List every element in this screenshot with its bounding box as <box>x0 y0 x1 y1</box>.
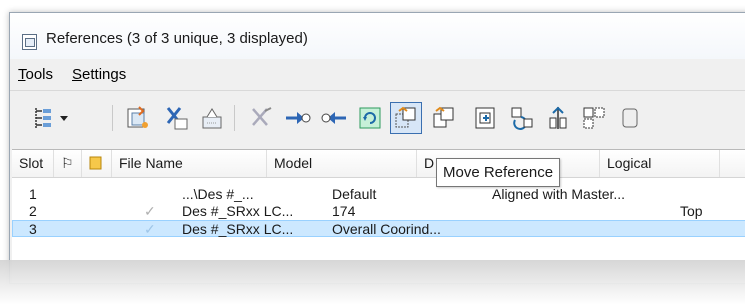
scale-reference-button[interactable] <box>470 102 502 134</box>
menu-tools-accelerator: T <box>18 66 26 83</box>
display-check[interactable]: ✓ <box>144 203 156 219</box>
menu-tools-label: ools <box>25 66 54 83</box>
bottom-fade <box>0 260 745 305</box>
attach-reference-icon <box>127 106 148 128</box>
reload-reference-button[interactable] <box>196 102 228 134</box>
menu-bar: Tools Settings <box>10 59 745 91</box>
header-slot[interactable]: Slot <box>12 150 54 177</box>
tree-view-icon <box>35 108 68 129</box>
move-reference-tooltip: Move Reference <box>436 158 561 187</box>
copy-reference-button[interactable] <box>428 102 460 134</box>
exchange-reference-icon <box>252 107 272 126</box>
slot-cell: 1 <box>29 186 37 202</box>
exchange-reference-button[interactable] <box>246 102 278 134</box>
title-bar[interactable]: References (3 of 3 unique, 3 displayed) <box>10 13 745 59</box>
hilite-reference-icon <box>286 112 311 124</box>
toolbar <box>10 91 745 147</box>
clip-mask-icon <box>622 108 638 128</box>
header-model[interactable]: Model <box>267 150 417 177</box>
scale-reference-icon <box>475 107 495 129</box>
clip-mask-button[interactable] <box>614 102 646 134</box>
model-cell: 174 <box>332 203 356 219</box>
menu-settings-label: ettings <box>82 66 127 83</box>
slot-cell: 2 <box>29 203 37 219</box>
file-name-cell: Des #_SRxx LC... <box>182 221 294 237</box>
header-logical[interactable]: Logical <box>600 150 720 177</box>
references-dialog: References (3 of 3 unique, 3 displayed) … <box>9 12 745 284</box>
file-name-cell: Des #_SRxx LC... <box>182 203 294 219</box>
file-name-cell: ...\Des #_... <box>182 186 254 202</box>
rotate-reference-button[interactable] <box>318 102 350 134</box>
toolbar-separator <box>112 105 113 131</box>
model-cell: Overall Coorind... <box>332 221 441 237</box>
attach-reference-button[interactable] <box>122 102 154 134</box>
header-file-name[interactable]: File Name <box>112 150 267 177</box>
header-flag-icon[interactable]: ⚐ <box>54 150 82 177</box>
detach-reference-button[interactable] <box>160 102 192 134</box>
description-cell: Aligned with Master... <box>492 186 626 202</box>
header-display-icon[interactable] <box>82 150 112 177</box>
refresh-reference-button[interactable] <box>354 102 386 134</box>
move-reference-icon <box>395 106 416 128</box>
document-icon <box>89 156 102 170</box>
references-window-icon <box>22 34 37 50</box>
table-row[interactable]: 1 ...\Des #_... Default Aligned with Mas… <box>12 186 745 203</box>
logical-cell: Top <box>680 203 703 219</box>
clip-boundary-button[interactable] <box>578 102 610 134</box>
refresh-reference-icon <box>359 107 381 129</box>
hilite-reference-button[interactable] <box>282 102 314 134</box>
menu-settings[interactable]: Settings <box>72 66 126 83</box>
clip-boundary-icon <box>583 107 605 129</box>
table-row[interactable]: 2 ✓ Des #_SRxx LC... 174 Top <box>12 203 745 220</box>
rotate-view-button[interactable] <box>506 102 538 134</box>
copy-reference-icon <box>433 106 454 128</box>
tree-view-button[interactable] <box>30 102 76 134</box>
rotate-view-icon <box>511 107 533 130</box>
slot-cell: 3 <box>29 221 37 237</box>
menu-tools[interactable]: Tools <box>18 66 53 83</box>
toolbar-separator <box>234 105 235 131</box>
mirror-reference-icon <box>549 106 567 129</box>
reload-reference-icon <box>202 108 222 129</box>
menu-settings-accelerator: S <box>72 66 83 83</box>
list-header: Slot ⚐ File Name Model D Logical <box>12 150 745 178</box>
model-cell: Default <box>332 186 377 202</box>
window-title: References (3 of 3 unique, 3 displayed) <box>46 30 308 47</box>
detach-reference-icon <box>166 107 188 130</box>
mirror-reference-button[interactable] <box>542 102 574 134</box>
display-check[interactable]: ✓ <box>144 221 156 237</box>
table-row-selected[interactable]: 3 ✓ Des #_SRxx LC... Overall Coorind... <box>12 220 745 237</box>
move-reference-button[interactable] <box>390 102 422 134</box>
rotate-reference-icon <box>321 112 346 124</box>
